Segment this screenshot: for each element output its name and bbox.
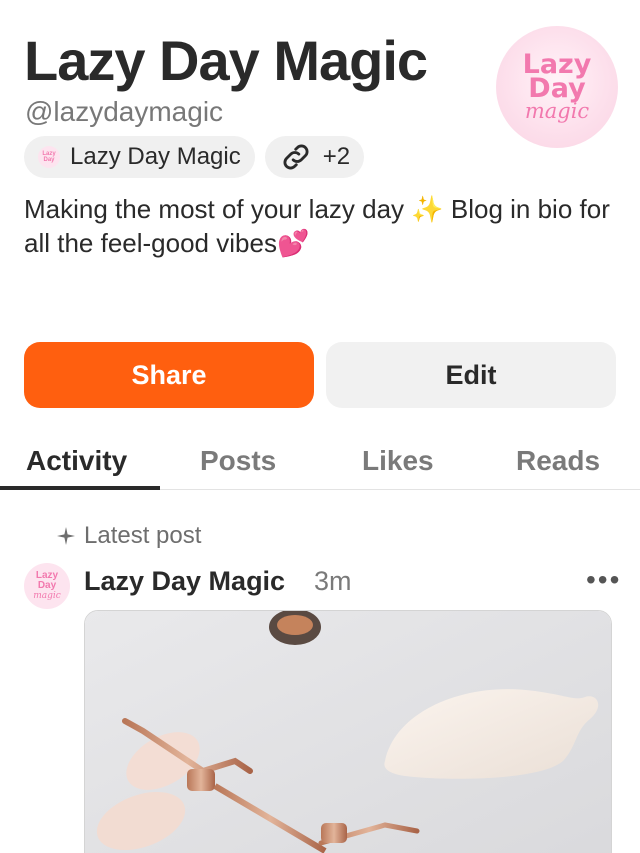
sparkle-icon xyxy=(57,527,75,545)
post-timestamp: 3m xyxy=(314,566,352,596)
link-icon xyxy=(283,144,309,170)
share-button[interactable]: Share xyxy=(24,342,314,408)
latest-post-text: Latest post xyxy=(84,522,202,549)
post-image[interactable] xyxy=(84,610,612,853)
post-author-name[interactable]: Lazy Day Magic xyxy=(84,564,285,598)
post-avatar-line-2: Day xyxy=(37,580,57,591)
profile-bio: Making the most of your lazy day ✨ Blog … xyxy=(24,194,610,258)
profile-chips: Lazy Day Lazy Day Magic +2 xyxy=(24,136,365,178)
edit-button[interactable]: Edit xyxy=(326,342,616,408)
profile-avatar[interactable]: Lazy Day magic xyxy=(496,26,618,148)
tab-posts[interactable]: Posts xyxy=(200,444,276,478)
links-chip[interactable]: +2 xyxy=(264,136,365,178)
profile-name: Lazy Day Magic xyxy=(24,29,428,92)
profile-header: Lazy Day Magic @lazydaymagic Lazy Day ma… xyxy=(0,0,640,330)
profile-handle: @lazydaymagic xyxy=(25,96,224,127)
active-tab-indicator xyxy=(0,486,160,490)
post-image-photo xyxy=(85,611,611,853)
post-author-avatar[interactable]: Lazy Day magic xyxy=(24,563,70,609)
publication-avatar: Lazy Day xyxy=(38,146,60,168)
latest-post-label: Latest post xyxy=(56,522,201,550)
links-chip-count: +2 xyxy=(322,143,351,170)
tab-activity[interactable]: Activity xyxy=(26,444,127,478)
tab-likes[interactable]: Likes xyxy=(362,444,434,478)
more-icon[interactable]: ••• xyxy=(586,566,621,594)
post-avatar-line-3: magic xyxy=(33,591,61,601)
avatar-logo-line-2: Day xyxy=(528,73,586,104)
publication-avatar-line-2: Day xyxy=(43,157,55,163)
tab-reads[interactable]: Reads xyxy=(516,444,600,478)
profile-tabs: Activity Posts Likes Reads xyxy=(0,436,640,490)
publication-chip[interactable]: Lazy Day Lazy Day Magic xyxy=(24,136,255,178)
avatar-logo-line-3: magic xyxy=(524,99,590,123)
publication-chip-label: Lazy Day Magic xyxy=(70,143,241,170)
